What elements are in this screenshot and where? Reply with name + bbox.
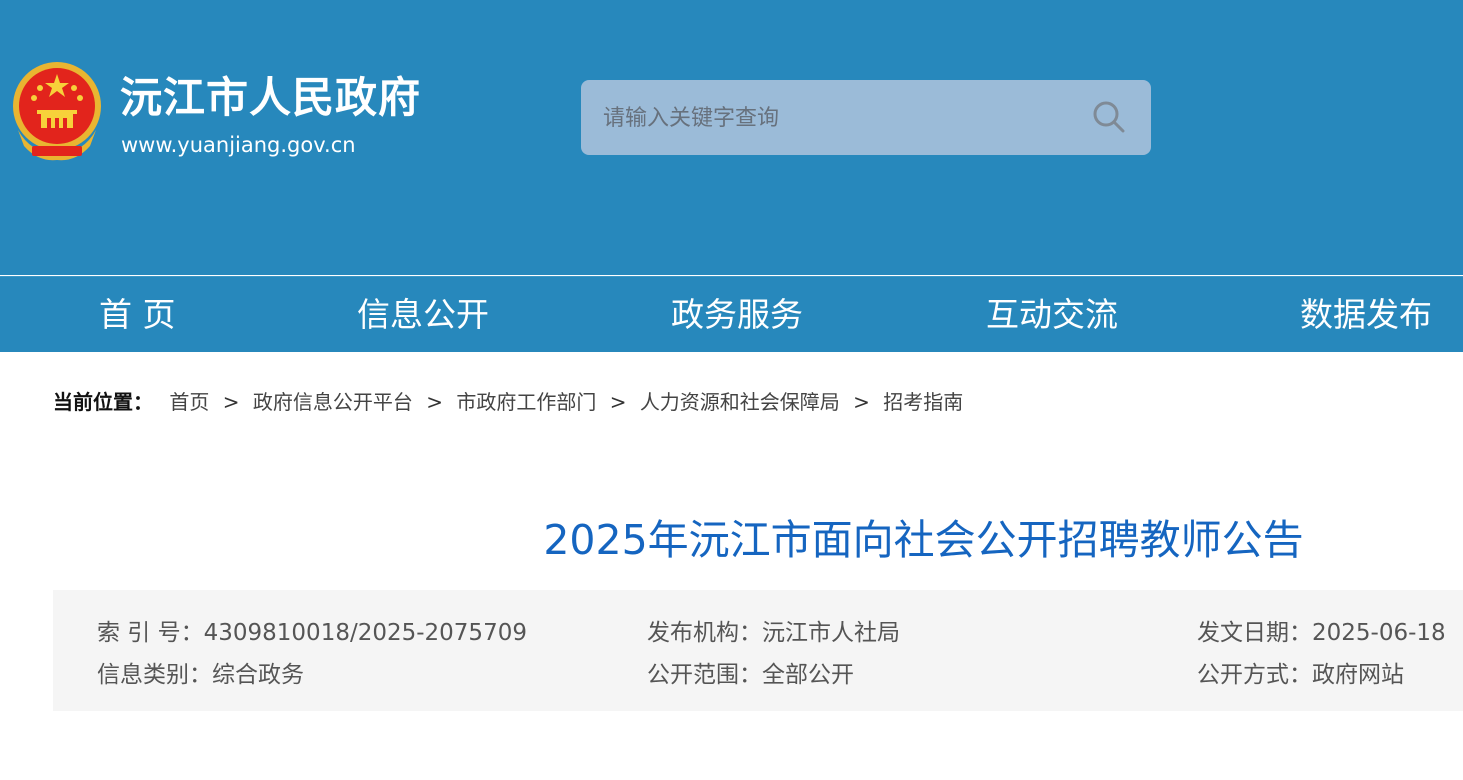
site-name[interactable]: 沅江市人民政府 <box>120 72 421 124</box>
meta-category: 信息类别：综合政务 <box>97 662 304 688</box>
search-icon[interactable] <box>1091 99 1127 135</box>
breadcrumb: 当前位置： 首页 > 政府信息公开平台 > 市政府工作部门 > 人力资源和社会保… <box>53 386 963 418</box>
nav-item-home[interactable]: 首 页 <box>99 277 176 352</box>
nav-item-info-disclosure[interactable]: 信息公开 <box>357 277 489 352</box>
main-nav: 首 页 信息公开 政务服务 互动交流 数据发布 <box>0 276 1463 352</box>
nav-item-data-release[interactable]: 数据发布 <box>1300 277 1432 352</box>
meta-index-number: 索 引 号：4309810018/2025-2075709 <box>97 620 527 646</box>
breadcrumb-item-departments[interactable]: 市政府工作部门 <box>456 390 596 414</box>
meta-publisher: 发布机构：沅江市人社局 <box>647 620 900 646</box>
search-input[interactable] <box>603 98 1073 138</box>
document-metadata: 索 引 号：4309810018/2025-2075709 发布机构：沅江市人社… <box>53 590 1463 711</box>
breadcrumb-item-info-platform[interactable]: 政府信息公开平台 <box>253 390 413 414</box>
breadcrumb-item-hr-bureau[interactable]: 人力资源和社会保障局 <box>640 390 840 414</box>
site-url[interactable]: www.yuanjiang.gov.cn <box>121 131 356 159</box>
national-emblem-icon <box>13 62 101 161</box>
nav-item-interaction[interactable]: 互动交流 <box>986 277 1118 352</box>
breadcrumb-separator: > <box>609 390 627 414</box>
breadcrumb-separator: > <box>222 390 240 414</box>
breadcrumb-separator: > <box>426 390 443 414</box>
breadcrumb-separator: > <box>853 390 870 414</box>
article-title: 2025年沅江市面向社会公开招聘教师公告 <box>543 516 1304 564</box>
search-box <box>581 80 1151 155</box>
meta-publish-date: 发文日期：2025-06-18 <box>1197 620 1446 646</box>
meta-scope: 公开范围：全部公开 <box>647 662 854 688</box>
site-header: 沅江市人民政府 www.yuanjiang.gov.cn <box>0 0 1463 275</box>
breadcrumb-label: 当前位置： <box>53 390 153 414</box>
breadcrumb-item-home[interactable]: 首页 <box>169 390 209 414</box>
breadcrumb-item-exam-guide[interactable]: 招考指南 <box>883 390 963 414</box>
nav-item-government-services[interactable]: 政务服务 <box>671 277 803 352</box>
meta-method: 公开方式：政府网站 <box>1197 662 1404 688</box>
